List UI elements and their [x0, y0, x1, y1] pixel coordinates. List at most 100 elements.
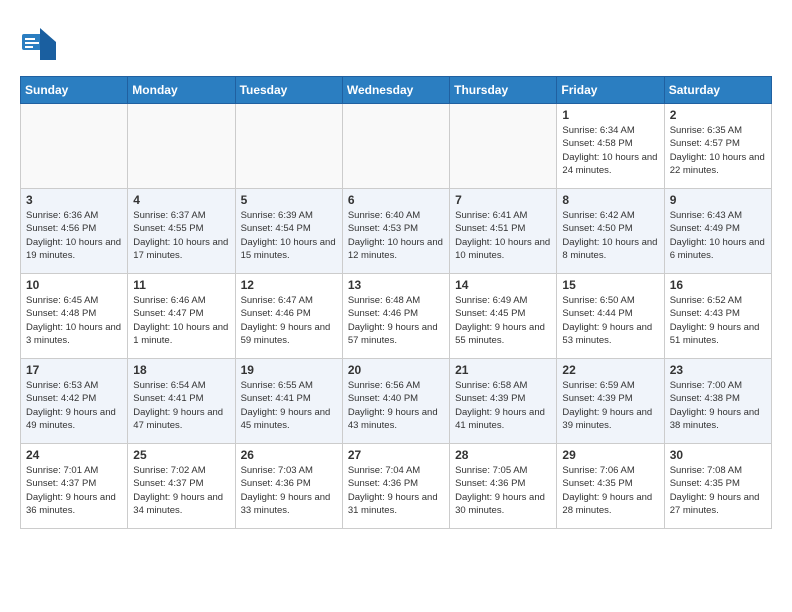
day-info: Sunrise: 6:59 AMSunset: 4:39 PMDaylight:… — [562, 379, 658, 432]
weekday-header: Wednesday — [342, 77, 449, 104]
day-info: Sunrise: 6:42 AMSunset: 4:50 PMDaylight:… — [562, 209, 658, 262]
calendar-day-cell — [21, 104, 128, 189]
day-number: 22 — [562, 363, 658, 377]
day-info: Sunrise: 7:03 AMSunset: 4:36 PMDaylight:… — [241, 464, 337, 517]
day-info: Sunrise: 6:49 AMSunset: 4:45 PMDaylight:… — [455, 294, 551, 347]
day-info: Sunrise: 6:58 AMSunset: 4:39 PMDaylight:… — [455, 379, 551, 432]
calendar-day-cell: 14 Sunrise: 6:49 AMSunset: 4:45 PMDayligh… — [450, 274, 557, 359]
calendar-day-cell: 13 Sunrise: 6:48 AMSunset: 4:46 PMDayligh… — [342, 274, 449, 359]
day-info: Sunrise: 6:47 AMSunset: 4:46 PMDaylight:… — [241, 294, 337, 347]
logo-icon — [20, 24, 56, 60]
calendar-day-cell: 3 Sunrise: 6:36 AMSunset: 4:56 PMDaylight… — [21, 189, 128, 274]
calendar-day-cell: 10 Sunrise: 6:45 AMSunset: 4:48 PMDayligh… — [21, 274, 128, 359]
logo — [20, 20, 60, 60]
day-number: 3 — [26, 193, 122, 207]
day-info: Sunrise: 6:41 AMSunset: 4:51 PMDaylight:… — [455, 209, 551, 262]
calendar-day-cell: 30 Sunrise: 7:08 AMSunset: 4:35 PMDayligh… — [664, 444, 771, 529]
day-number: 7 — [455, 193, 551, 207]
day-number: 5 — [241, 193, 337, 207]
calendar-week-row: 24Sunrise: 7:01 AMSunset: 4:37 PMDayligh… — [21, 444, 772, 529]
day-info: Sunrise: 6:45 AMSunset: 4:48 PMDaylight:… — [26, 294, 122, 347]
calendar-day-cell: 16Sunrise: 6:52 AMSunset: 4:43 PMDayligh… — [664, 274, 771, 359]
day-number: 23 — [670, 363, 766, 377]
calendar-day-cell: 26 Sunrise: 7:03 AMSunset: 4:36 PMDayligh… — [235, 444, 342, 529]
calendar-day-cell: 1 Sunrise: 6:34 AMSunset: 4:58 PMDaylight… — [557, 104, 664, 189]
weekday-header: Friday — [557, 77, 664, 104]
day-number: 16 — [670, 278, 766, 292]
calendar-day-cell — [128, 104, 235, 189]
calendar-day-cell: 2 Sunrise: 6:35 AMSunset: 4:57 PMDaylight… — [664, 104, 771, 189]
day-number: 13 — [348, 278, 444, 292]
calendar-day-cell: 20Sunrise: 6:56 AMSunset: 4:40 PMDayligh… — [342, 359, 449, 444]
day-number: 15 — [562, 278, 658, 292]
calendar-day-cell: 24Sunrise: 7:01 AMSunset: 4:37 PMDayligh… — [21, 444, 128, 529]
day-info: Sunrise: 6:53 AMSunset: 4:42 PMDaylight:… — [26, 379, 122, 432]
day-info: Sunrise: 6:37 AMSunset: 4:55 PMDaylight:… — [133, 209, 229, 262]
calendar-day-cell: 19Sunrise: 6:55 AMSunset: 4:41 PMDayligh… — [235, 359, 342, 444]
day-info: Sunrise: 7:01 AMSunset: 4:37 PMDaylight:… — [26, 464, 122, 517]
day-number: 1 — [562, 108, 658, 122]
calendar-day-cell: 23 Sunrise: 7:00 AMSunset: 4:38 PMDayligh… — [664, 359, 771, 444]
calendar-week-row: 1 Sunrise: 6:34 AMSunset: 4:58 PMDaylight… — [21, 104, 772, 189]
day-info: Sunrise: 6:54 AMSunset: 4:41 PMDaylight:… — [133, 379, 229, 432]
calendar-day-cell: 29 Sunrise: 7:06 AMSunset: 4:35 PMDayligh… — [557, 444, 664, 529]
day-number: 19 — [241, 363, 337, 377]
day-number: 14 — [455, 278, 551, 292]
day-info: Sunrise: 6:48 AMSunset: 4:46 PMDaylight:… — [348, 294, 444, 347]
day-info: Sunrise: 7:06 AMSunset: 4:35 PMDaylight:… — [562, 464, 658, 517]
calendar-day-cell: 17 Sunrise: 6:53 AMSunset: 4:42 PMDayligh… — [21, 359, 128, 444]
day-info: Sunrise: 6:40 AMSunset: 4:53 PMDaylight:… — [348, 209, 444, 262]
calendar-day-cell: 25 Sunrise: 7:02 AMSunset: 4:37 PMDayligh… — [128, 444, 235, 529]
day-number: 29 — [562, 448, 658, 462]
calendar-day-cell: 15 Sunrise: 6:50 AMSunset: 4:44 PMDayligh… — [557, 274, 664, 359]
calendar-table: SundayMondayTuesdayWednesdayThursdayFrid… — [20, 76, 772, 529]
day-number: 20 — [348, 363, 444, 377]
day-info: Sunrise: 6:50 AMSunset: 4:44 PMDaylight:… — [562, 294, 658, 347]
weekday-header: Monday — [128, 77, 235, 104]
day-info: Sunrise: 6:34 AMSunset: 4:58 PMDaylight:… — [562, 124, 658, 177]
calendar-day-cell: 18 Sunrise: 6:54 AMSunset: 4:41 PMDayligh… — [128, 359, 235, 444]
calendar-week-row: 3 Sunrise: 6:36 AMSunset: 4:56 PMDaylight… — [21, 189, 772, 274]
calendar-day-cell: 7 Sunrise: 6:41 AMSunset: 4:51 PMDaylight… — [450, 189, 557, 274]
day-number: 10 — [26, 278, 122, 292]
calendar-day-cell: 8 Sunrise: 6:42 AMSunset: 4:50 PMDaylight… — [557, 189, 664, 274]
day-number: 27 — [348, 448, 444, 462]
day-number: 2 — [670, 108, 766, 122]
day-info: Sunrise: 6:35 AMSunset: 4:57 PMDaylight:… — [670, 124, 766, 177]
day-number: 17 — [26, 363, 122, 377]
day-number: 4 — [133, 193, 229, 207]
calendar-header-row: SundayMondayTuesdayWednesdayThursdayFrid… — [21, 77, 772, 104]
page-header — [20, 20, 772, 60]
calendar-day-cell: 6 Sunrise: 6:40 AMSunset: 4:53 PMDaylight… — [342, 189, 449, 274]
day-info: Sunrise: 6:43 AMSunset: 4:49 PMDaylight:… — [670, 209, 766, 262]
calendar-day-cell: 22 Sunrise: 6:59 AMSunset: 4:39 PMDayligh… — [557, 359, 664, 444]
day-info: Sunrise: 7:02 AMSunset: 4:37 PMDaylight:… — [133, 464, 229, 517]
day-number: 25 — [133, 448, 229, 462]
calendar-day-cell: 12 Sunrise: 6:47 AMSunset: 4:46 PMDayligh… — [235, 274, 342, 359]
calendar-day-cell: 5 Sunrise: 6:39 AMSunset: 4:54 PMDaylight… — [235, 189, 342, 274]
weekday-header: Tuesday — [235, 77, 342, 104]
day-number: 12 — [241, 278, 337, 292]
day-info: Sunrise: 6:39 AMSunset: 4:54 PMDaylight:… — [241, 209, 337, 262]
weekday-header: Thursday — [450, 77, 557, 104]
day-number: 30 — [670, 448, 766, 462]
day-info: Sunrise: 6:36 AMSunset: 4:56 PMDaylight:… — [26, 209, 122, 262]
day-number: 8 — [562, 193, 658, 207]
day-number: 6 — [348, 193, 444, 207]
calendar-day-cell: 28Sunrise: 7:05 AMSunset: 4:36 PMDayligh… — [450, 444, 557, 529]
calendar-day-cell — [235, 104, 342, 189]
calendar-day-cell: 21Sunrise: 6:58 AMSunset: 4:39 PMDayligh… — [450, 359, 557, 444]
calendar-day-cell: 27 Sunrise: 7:04 AMSunset: 4:36 PMDayligh… — [342, 444, 449, 529]
calendar-day-cell — [450, 104, 557, 189]
day-number: 9 — [670, 193, 766, 207]
day-info: Sunrise: 7:04 AMSunset: 4:36 PMDaylight:… — [348, 464, 444, 517]
day-number: 18 — [133, 363, 229, 377]
calendar-week-row: 17 Sunrise: 6:53 AMSunset: 4:42 PMDayligh… — [21, 359, 772, 444]
day-info: Sunrise: 6:46 AMSunset: 4:47 PMDaylight:… — [133, 294, 229, 347]
day-number: 28 — [455, 448, 551, 462]
day-info: Sunrise: 7:08 AMSunset: 4:35 PMDaylight:… — [670, 464, 766, 517]
day-info: Sunrise: 7:00 AMSunset: 4:38 PMDaylight:… — [670, 379, 766, 432]
day-number: 26 — [241, 448, 337, 462]
weekday-header: Saturday — [664, 77, 771, 104]
weekday-header: Sunday — [21, 77, 128, 104]
